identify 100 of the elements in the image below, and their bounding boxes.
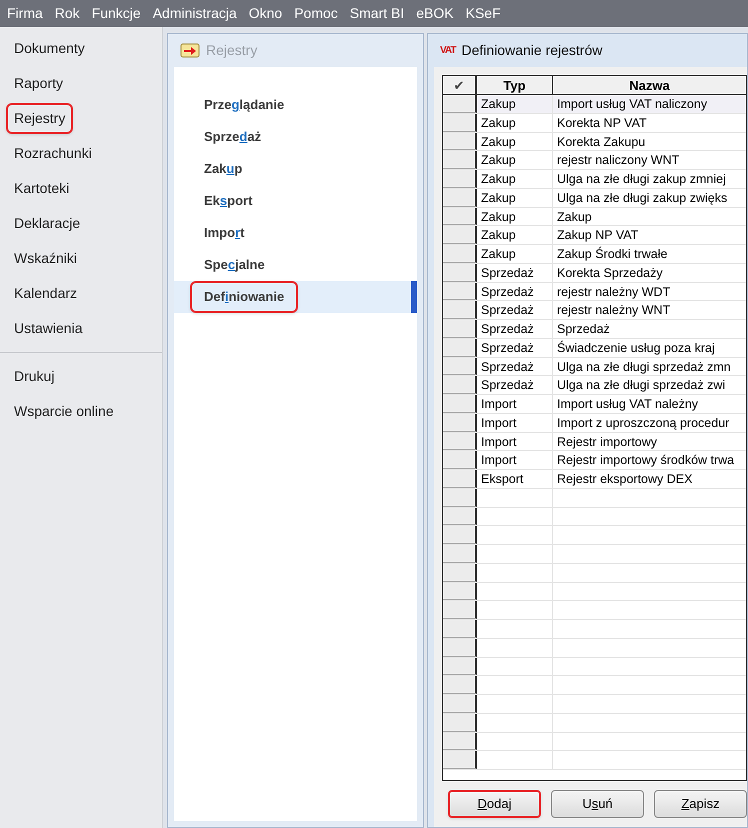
window-title: Definiowanie rejestrów [462, 41, 602, 60]
row-selector[interactable] [443, 658, 477, 676]
column-header[interactable]: Typ [477, 76, 553, 94]
table-cell: Zakup [477, 170, 553, 188]
row-selector[interactable] [443, 151, 477, 169]
row-selector[interactable] [443, 545, 477, 563]
row-selector[interactable] [443, 451, 477, 469]
sidebar-item[interactable]: Raporty [6, 68, 72, 99]
table-cell: Sprzedaż [477, 301, 553, 319]
table-cell-text: rejestr należny WDT [556, 284, 672, 300]
table-cell-text: Rejestr importowy środków trwa [556, 452, 736, 469]
menu-item[interactable]: Smart BI [350, 3, 404, 24]
table-cell: Zakup [477, 151, 553, 169]
row-selector[interactable] [443, 245, 477, 263]
row-selector[interactable] [443, 264, 477, 282]
sidebar-item[interactable]: Wsparcie online [6, 396, 122, 427]
register-link[interactable]: Przeglądanie [190, 89, 298, 121]
sidebar-item[interactable]: Ustawienia [6, 313, 90, 344]
table-cell: Sprzedaż [477, 282, 553, 300]
table-cell: Zakup [477, 114, 553, 132]
table-cell: Zakup [477, 208, 553, 226]
menu-item[interactable]: Funkcje [92, 3, 141, 24]
row-selector[interactable] [443, 338, 477, 356]
sidebar-item[interactable]: Rozrachunki [6, 138, 100, 169]
row-selector[interactable] [443, 526, 477, 544]
table-cell: Import [477, 432, 553, 450]
row-selector[interactable] [443, 695, 477, 713]
table-cell: Zakup [477, 245, 553, 263]
table-cell-text: Rejestr eksportowy DEX [556, 471, 694, 488]
dialog-button[interactable]: Usuń [551, 790, 644, 818]
row-selector[interactable] [443, 226, 477, 244]
register-link[interactable]: Definiowanie [190, 281, 298, 313]
row-selector[interactable] [443, 638, 477, 656]
table-cell: Sprzedaż [477, 264, 553, 282]
menu-item[interactable]: Rok [54, 3, 80, 24]
row-selector[interactable] [443, 188, 477, 206]
table-cell-text: Korekta Sprzedaży [556, 264, 664, 282]
dialog-button[interactable]: Zapisz [654, 790, 747, 818]
row-selector[interactable] [443, 208, 477, 226]
table-cell-text: Zakup NP VAT [556, 227, 640, 244]
row-selector[interactable] [443, 114, 477, 132]
sidebar-item[interactable]: Rejestry [6, 103, 74, 134]
register-link[interactable]: Import [190, 217, 258, 249]
row-selector[interactable] [443, 582, 477, 600]
sidebar-item[interactable]: Drukuj [6, 361, 62, 392]
register-link[interactable]: Specjalne [190, 249, 279, 281]
row-selector[interactable] [443, 751, 477, 769]
menu-item[interactable]: Administracja [152, 3, 237, 24]
row-selector[interactable] [443, 282, 477, 300]
table-cell: Import [477, 395, 553, 413]
row-selector[interactable] [443, 432, 477, 450]
table-cell: Zakup [477, 188, 553, 206]
table-cell-text: Rejestr importowy [556, 434, 658, 450]
row-selector[interactable] [443, 601, 477, 619]
row-selector[interactable] [443, 564, 477, 582]
row-selector[interactable] [443, 508, 477, 526]
column-header[interactable]: Nazwa [553, 76, 746, 94]
row-selector[interactable] [443, 676, 477, 694]
sidebar-item[interactable]: Kalendarz [6, 278, 86, 309]
menu-item[interactable]: eBOK [416, 3, 454, 24]
table-cell-text: Ulga na złe długi sprzedaż zmn [556, 358, 732, 376]
table-cell-text: rejestr należny WNT [556, 302, 672, 319]
menu-item[interactable]: KSeF [466, 3, 501, 24]
table-cell-text: Korekta Zakupu [556, 134, 646, 150]
row-selector[interactable] [443, 95, 477, 113]
table-cell: Zakup [477, 132, 553, 150]
row-selector[interactable] [443, 376, 477, 394]
table-cell-text: Sprzedaż [556, 321, 611, 338]
menu-item[interactable]: Firma [7, 3, 43, 24]
register-link[interactable]: Eksport [190, 185, 266, 217]
table-cell-text: rejestr naliczony WNT [556, 152, 680, 169]
sidebar-item[interactable]: Kartoteki [6, 173, 78, 204]
row-selector[interactable] [443, 170, 477, 188]
row-selector[interactable] [443, 301, 477, 319]
table-cell: Sprzedaż [477, 376, 553, 394]
menu-item[interactable]: Okno [248, 3, 282, 24]
row-selector[interactable] [443, 470, 477, 488]
panel-title: Rejestry [206, 41, 258, 60]
register-link[interactable]: Sprzedaż [190, 121, 276, 153]
table-cell: Sprzedaż [477, 338, 553, 356]
row-selector[interactable] [443, 132, 477, 150]
row-selector[interactable] [443, 620, 477, 638]
row-selector[interactable] [443, 395, 477, 413]
table-cell-text: Ulga na złe długi sprzedaż zwi [556, 377, 726, 394]
register-link[interactable]: Zakup [190, 153, 256, 185]
row-selector[interactable] [443, 714, 477, 732]
row-selector[interactable] [443, 488, 477, 506]
table-cell-text: Korekta NP VAT [556, 114, 648, 132]
sidebar-item[interactable]: Deklaracje [6, 208, 88, 239]
row-selector[interactable] [443, 732, 477, 750]
table-cell-text: Świadczenie usług poza kraj [556, 340, 716, 356]
sidebar-item[interactable]: Dokumenty [6, 33, 93, 64]
sidebar-item[interactable]: Wskaźniki [6, 243, 86, 274]
dialog-button[interactable]: Dodaj [448, 790, 541, 818]
table-cell: Sprzedaż [477, 358, 553, 376]
row-selector[interactable] [443, 320, 477, 338]
row-selector[interactable] [443, 358, 477, 376]
row-selector[interactable] [443, 414, 477, 432]
table-cell-text: Zakup [556, 208, 593, 226]
menu-item[interactable]: Pomoc [294, 3, 338, 24]
